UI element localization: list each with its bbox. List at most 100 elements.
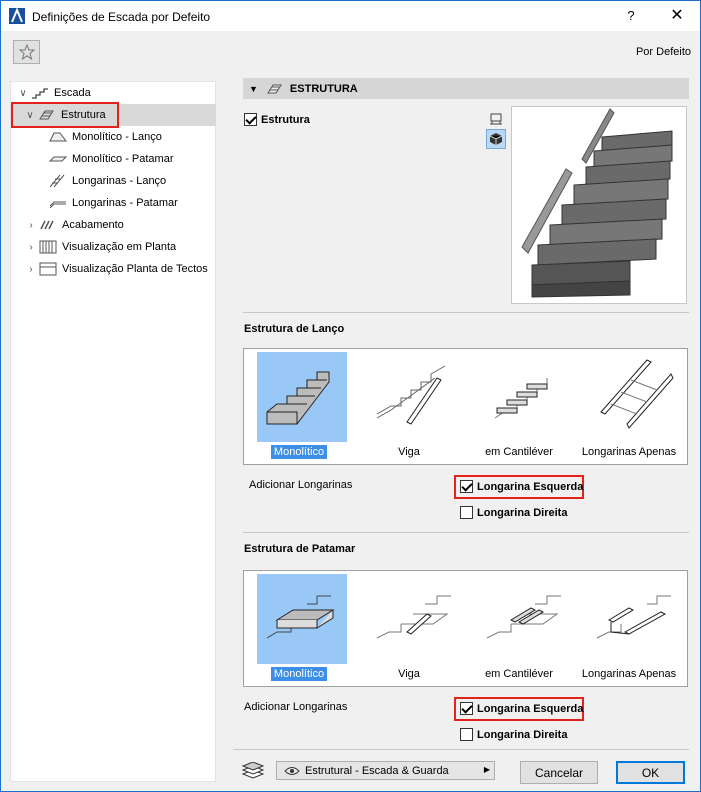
collapse-triangle-icon[interactable]: ▼ — [249, 84, 258, 94]
landing-option-beam[interactable]: Viga — [355, 573, 463, 683]
landing-right-stringer-checkbox[interactable]: Longarina Direita — [460, 728, 567, 741]
stringer-landing-icon — [49, 201, 66, 209]
tree-item-visualizacao-planta[interactable]: › Visualização em Planta — [24, 236, 176, 258]
layer-combo-value: Estrutural - Escada & Guarda — [305, 764, 449, 777]
option-image — [367, 574, 457, 664]
tree-item-monolitico-lanco[interactable]: Monolítico - Lanço — [48, 126, 162, 148]
stair-default-settings-dialog: Definições de Escada por Defeito ? ✕ Por… — [0, 0, 701, 792]
option-image — [587, 352, 677, 442]
tree-item-label: Longarinas - Patamar — [72, 197, 178, 209]
window-title: Definições de Escada por Defeito — [32, 10, 211, 24]
flight-structure-title: Estrutura de Lanço — [244, 323, 345, 335]
cantilever-stair-icon — [494, 378, 548, 419]
layer-combo[interactable]: Estrutural - Escada & Guarda ▶ — [276, 761, 495, 780]
checkbox[interactable] — [460, 728, 473, 741]
chevron-right-icon[interactable]: › — [24, 242, 38, 253]
tree-item-label: Monolítico - Patamar — [72, 153, 174, 165]
option-image — [367, 352, 457, 442]
chevron-down-icon[interactable]: ∨ — [16, 88, 30, 99]
tree-item-visualizacao-tectos[interactable]: › Visualização Planta de Tectos — [24, 258, 208, 280]
option-label: Monolítico — [245, 667, 353, 681]
3d-view-icon — [489, 133, 503, 145]
flight-option-monolithic[interactable]: Monolítico — [245, 351, 353, 461]
tree-item-label: Monolítico - Lanço — [72, 131, 162, 143]
landing-structure-title: Estrutura de Patamar — [244, 543, 356, 555]
tree-item-acabamento[interactable]: › Acabamento — [24, 214, 124, 236]
landing-option-monolithic[interactable]: Monolítico — [245, 573, 353, 683]
checkbox-label: Longarina Direita — [477, 506, 568, 519]
cancel-button[interactable]: Cancelar — [520, 761, 598, 784]
combo-arrow-icon: ▶ — [483, 765, 490, 774]
floor-plan-icon — [39, 240, 57, 254]
tree-item-longarinas-lanco[interactable]: Longarinas - Lanço — [48, 170, 166, 192]
ceiling-plan-icon — [39, 262, 57, 276]
landing-left-stringer-checkbox[interactable]: Longarina Esquerda — [460, 702, 583, 715]
checkbox[interactable] — [460, 702, 473, 715]
landing-add-stringers-label: Adicionar Longarinas — [244, 701, 348, 713]
tree-item-label: Escada — [54, 87, 91, 99]
landing-option-cantilever[interactable]: em Cantiléver — [465, 573, 573, 683]
eye-icon — [284, 766, 300, 775]
tree-item-escada[interactable]: ∨ Escada — [16, 82, 206, 104]
stair-preview-image — [521, 108, 673, 298]
finish-icon — [40, 220, 54, 230]
star-icon — [18, 44, 35, 60]
chevron-right-icon[interactable]: › — [24, 220, 38, 231]
flight-structure-options: Monolítico Viga em Cantiléver Longarinas… — [243, 348, 688, 465]
structure-icon — [267, 84, 282, 93]
tree-item-label: Visualização Planta de Tectos — [62, 263, 208, 275]
tree-item-label: Acabamento — [62, 219, 124, 231]
monolithic-flight-icon — [49, 132, 67, 142]
3d-view-toggle[interactable] — [486, 129, 506, 149]
flight-left-stringer-checkbox[interactable]: Longarina Esquerda — [460, 480, 583, 493]
checkbox[interactable] — [460, 506, 473, 519]
option-image-selected — [257, 574, 347, 664]
option-image — [587, 574, 677, 664]
title-bar: Definições de Escada por Defeito ? ✕ — [1, 1, 700, 31]
layer-icon — [241, 762, 265, 779]
close-button[interactable]: ✕ — [654, 1, 700, 31]
stair-icon — [32, 88, 48, 99]
stringers-landing-icon — [596, 595, 671, 639]
landing-option-stringers-only[interactable]: Longarinas Apenas — [575, 573, 683, 683]
landing-structure-options: Monolítico Viga em Cantiléver Longarinas… — [243, 570, 688, 687]
option-label: em Cantiléver — [485, 446, 553, 458]
monolithic-landing-icon — [266, 595, 335, 639]
preset-name: Por Defeito — [635, 46, 691, 58]
beam-landing-icon — [376, 595, 451, 639]
chevron-right-icon[interactable]: › — [24, 264, 38, 275]
checkbox[interactable] — [460, 480, 473, 493]
tree-item-monolitico-patamar[interactable]: Monolítico - Patamar — [48, 148, 173, 170]
cantilever-landing-icon — [486, 595, 561, 639]
monolithic-landing-icon — [48, 156, 68, 162]
plan-view-toggle[interactable] — [486, 109, 506, 129]
estrutura-checkbox[interactable]: Estrutura — [244, 113, 310, 126]
option-label: Monolítico — [245, 445, 353, 459]
ok-button[interactable]: OK — [616, 761, 685, 784]
beam-stair-icon — [376, 365, 446, 425]
tree-item-label: Visualização em Planta — [62, 241, 177, 253]
highlight-frame — [11, 102, 119, 128]
divider — [233, 749, 689, 750]
tree-item-longarinas-patamar[interactable]: Longarinas - Patamar — [48, 192, 178, 214]
section-title: ESTRUTURA — [289, 82, 358, 95]
stringer-flight-icon — [49, 174, 65, 188]
flight-option-cantilever[interactable]: em Cantiléver — [465, 351, 573, 461]
tree-item-label: Longarinas - Lanço — [72, 175, 167, 187]
flight-option-beam[interactable]: Viga — [355, 351, 463, 461]
plan-view-icon — [490, 113, 502, 125]
section-header-estrutura[interactable]: ▼ ESTRUTURA — [243, 78, 689, 99]
flight-add-stringers-label: Adicionar Longarinas — [249, 479, 353, 491]
option-label: Longarinas Apenas — [581, 668, 677, 680]
option-image-selected — [257, 352, 347, 442]
stringers-stair-icon — [600, 359, 674, 429]
favorites-button[interactable] — [13, 40, 40, 64]
checkbox[interactable] — [244, 113, 257, 126]
help-button[interactable]: ? — [608, 1, 654, 31]
flight-option-stringers-only[interactable]: Longarinas Apenas — [575, 351, 683, 461]
option-label: Viga — [398, 668, 420, 680]
option-image — [477, 352, 567, 442]
checkbox-label: Longarina Esquerda — [477, 480, 584, 493]
flight-right-stringer-checkbox[interactable]: Longarina Direita — [460, 506, 567, 519]
checkbox-label: Estrutura — [261, 113, 310, 126]
